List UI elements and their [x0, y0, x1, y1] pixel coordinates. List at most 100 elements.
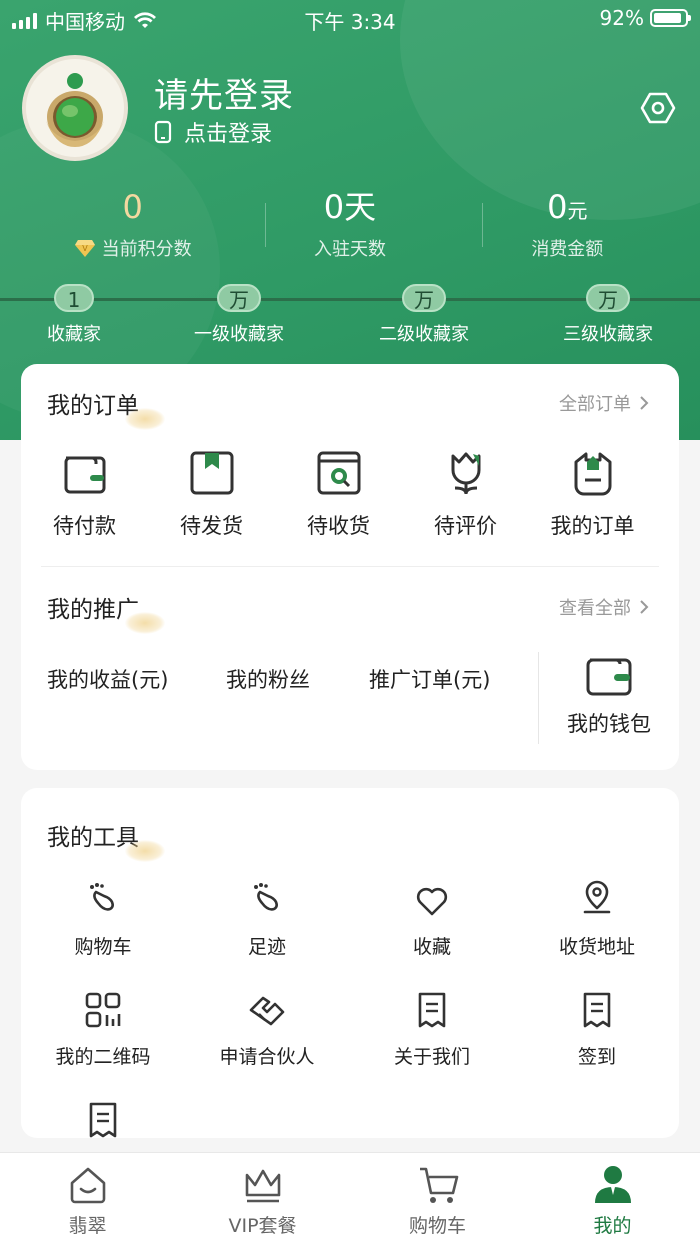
svg-text:V: V [82, 244, 88, 253]
tab-vip-label: VIP套餐 [228, 1215, 297, 1237]
crown-icon [245, 1169, 280, 1203]
login-subtitle: 点击登录 [184, 122, 273, 147]
level-badge: 1 [54, 284, 94, 312]
tab-jade-label: 翡翠 [68, 1215, 107, 1237]
order-pending-payment-label: 待付款 [53, 514, 116, 538]
avatar[interactable] [22, 55, 128, 161]
order-pending-review-label: 待评价 [434, 514, 497, 538]
battery-icon [650, 9, 691, 27]
user-icon [594, 1166, 631, 1203]
promo-orders[interactable]: 推广订单(元) [369, 664, 490, 694]
cart-icon [419, 1167, 458, 1203]
order-pending-receipt[interactable]: 待收货 [275, 448, 402, 540]
tool-about[interactable]: 关于我们 [350, 990, 514, 1069]
footprint-icon [90, 883, 114, 911]
stats-row: 0 V 当前积分数 0天 入驻天数 0元 消费金额 [24, 185, 676, 265]
orders-section-title-wrap: 我的订单 [47, 386, 165, 430]
tab-vip[interactable]: VIP套餐 [175, 1153, 350, 1244]
level-badge: 万 [586, 284, 630, 312]
level-name: 三级收藏家 [563, 324, 653, 345]
wallet-icon [586, 658, 632, 696]
my-wallet[interactable]: 我的钱包 [561, 652, 657, 738]
document-icon [583, 992, 611, 1028]
stat-days-value: 0 [323, 188, 345, 226]
title-decoration [125, 840, 165, 862]
stat-spend-value-wrap: 0元 [547, 185, 587, 229]
order-pending-shipment-label: 待发货 [180, 514, 243, 538]
tool-footprints[interactable]: 足迹 [185, 880, 349, 959]
bottom-tab-bar: 翡翠 VIP套餐 购物车 我的 [0, 1152, 700, 1244]
tool-favorites[interactable]: 收藏 [350, 880, 514, 959]
tab-cart[interactable]: 购物车 [350, 1153, 525, 1244]
level-name: 收藏家 [47, 324, 101, 345]
chevron-right-icon [640, 600, 649, 614]
level-track: 1 收藏家 万 一级收藏家 万 二级收藏家 万 三级收藏家 [0, 284, 700, 348]
tool-checkin[interactable]: 签到 [515, 990, 679, 1069]
tab-cart-label: 购物车 [408, 1215, 466, 1237]
stat-points-value: 0 [122, 188, 143, 226]
order-all[interactable]: 我的订单 [529, 448, 656, 540]
stat-spend-unit: 元 [567, 199, 588, 223]
tab-jade[interactable]: 翡翠 [0, 1153, 175, 1244]
tool-qrcode[interactable]: 我的二维码 [21, 990, 185, 1069]
stat-spend[interactable]: 0元 消费金额 [459, 185, 676, 265]
promo-earnings[interactable]: 我的收益(元) [47, 664, 168, 694]
tool-about-label: 关于我们 [393, 1046, 470, 1068]
status-time: 下午 3:34 [304, 10, 396, 34]
order-all-label: 我的订单 [550, 514, 635, 538]
level-collector: 1 收藏家 [4, 284, 144, 346]
handshake-icon [249, 996, 285, 1026]
tool-partner[interactable]: 申请合伙人 [185, 990, 349, 1069]
tool-cart[interactable]: 购物车 [21, 880, 185, 959]
stat-points-label-wrap: V 当前积分数 [74, 235, 192, 261]
stat-days-label: 入驻天数 [313, 239, 386, 260]
location-icon [583, 880, 611, 914]
order-pending-receipt-label: 待收货 [307, 514, 370, 538]
diamond-icon: V [74, 240, 95, 257]
title-decoration [125, 408, 165, 430]
order-pending-shipment[interactable]: 待发货 [148, 448, 275, 540]
tool-footprints-label: 足迹 [247, 936, 286, 958]
stat-days[interactable]: 0天 入驻天数 [241, 185, 458, 265]
level-name: 一级收藏家 [194, 324, 284, 345]
promotion-section-title-wrap: 我的推广 [47, 590, 165, 634]
all-orders-link[interactable]: 全部订单 [559, 390, 649, 416]
footprint-icon [254, 883, 278, 911]
order-pending-payment[interactable]: 待付款 [21, 448, 148, 540]
view-all-label: 查看全部 [559, 598, 631, 619]
login-link[interactable]: 点击登录 [154, 116, 272, 148]
tulip-icon [451, 452, 480, 495]
tool-extra[interactable] [21, 1100, 185, 1140]
status-right: 92% [600, 6, 691, 30]
tool-checkin-label: 签到 [577, 1046, 616, 1068]
settings-icon[interactable] [640, 90, 676, 126]
heart-icon [416, 887, 448, 916]
tool-partner-label: 申请合伙人 [219, 1046, 315, 1068]
stat-days-value-wrap: 0天 [324, 185, 376, 229]
box-search-icon [317, 451, 360, 495]
chevron-right-icon [640, 396, 649, 410]
package-icon [190, 451, 233, 495]
order-status-row: 待付款 待发货 待收货 待评价 我的订单 [21, 448, 679, 540]
order-list-icon [574, 452, 611, 496]
level-name: 二级收藏家 [379, 324, 469, 345]
stat-spend-value: 0 [547, 188, 568, 226]
view-all-promotion-link[interactable]: 查看全部 [559, 594, 649, 620]
stat-spend-label: 消费金额 [531, 239, 604, 260]
level-badge: 万 [217, 284, 261, 312]
tab-mine[interactable]: 我的 [525, 1153, 700, 1244]
promotion-divider [538, 652, 539, 744]
order-pending-review[interactable]: 待评价 [402, 448, 529, 540]
jade-logo-icon [46, 73, 104, 147]
login-title[interactable]: 请先登录 [154, 68, 294, 117]
promo-fans[interactable]: 我的粉丝 [226, 664, 310, 694]
level-third: 万 三级收藏家 [538, 284, 678, 346]
document-icon [418, 992, 446, 1028]
tool-address[interactable]: 收货地址 [515, 880, 679, 959]
my-wallet-label: 我的钱包 [567, 712, 651, 736]
tab-mine-label: 我的 [593, 1215, 632, 1237]
tools-section-title-wrap: 我的工具 [47, 818, 165, 862]
status-bar: 中国移动 下午 3:34 92% [0, 0, 700, 36]
qrcode-icon [85, 992, 121, 1028]
stat-points[interactable]: 0 V 当前积分数 [24, 185, 241, 265]
